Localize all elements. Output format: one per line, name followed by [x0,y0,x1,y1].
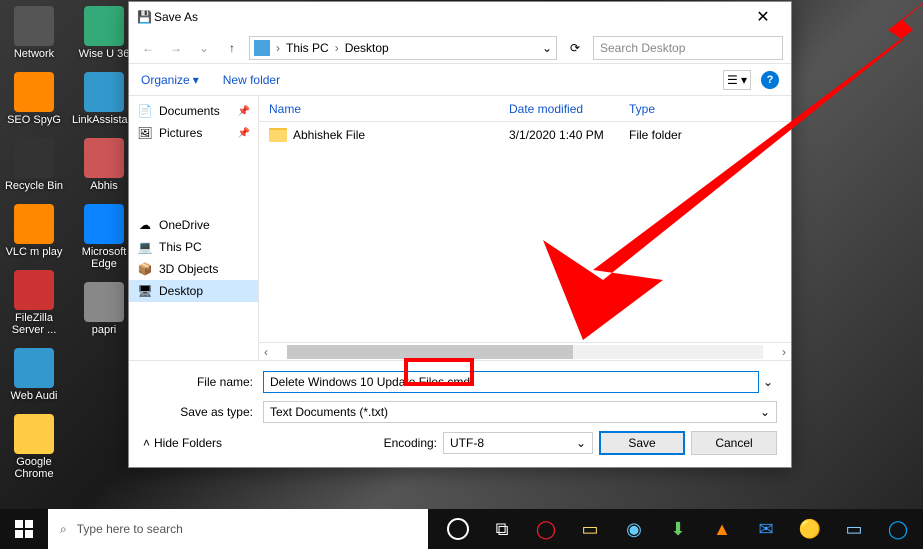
col-name[interactable]: Name [259,102,499,116]
back-button[interactable]: ← [137,37,159,59]
windows-icon [15,520,33,538]
desktop-icon[interactable]: SEO SpyG [2,72,66,126]
chrome-icon[interactable]: 🟡 [789,509,831,549]
scroll-right-icon[interactable]: › [777,345,791,359]
save-as-dialog: 💾 Save As ✕ ← → ⌄ ↑ › This PC › Desktop … [128,1,792,468]
desktop-icon[interactable]: Network [2,6,66,60]
tree-item[interactable]: 💻This PC [129,236,258,258]
vlc-icon[interactable]: ▲ [701,509,743,549]
breadcrumb[interactable]: › This PC › Desktop ⌄ [249,36,557,60]
explorer-icon[interactable]: ▭ [569,509,611,549]
desktop-icon[interactable]: Wise U 36 [72,6,136,60]
desktop-icon[interactable]: Abhis [72,138,136,192]
app-icon[interactable]: ◯ [877,509,919,549]
close-button[interactable]: ✕ [743,7,783,27]
taskview-icon[interactable]: ⧉ [481,509,523,549]
folder-icon: ☁ [137,217,153,233]
folder-icon: 📄 [137,103,153,119]
tree-item[interactable]: 📦3D Objects [129,258,258,280]
filename-input[interactable] [263,371,759,393]
chevron-down-icon: ⌄ [576,436,586,450]
nav-tree: 📄Documents📌🖼Pictures📌 ☁OneDrive💻This PC📦3… [129,96,259,360]
col-date[interactable]: Date modified [499,102,619,116]
start-button[interactable] [0,509,48,549]
desktop-icon[interactable]: papri [72,282,136,336]
list-item[interactable]: Abhishek File 3/1/2020 1:40 PM File fold… [259,122,791,148]
opera-icon[interactable]: ◯ [525,509,567,549]
pin-icon: 📌 [238,128,250,139]
encoding-label: Encoding: [384,436,437,450]
filename-label: File name: [143,375,263,389]
tree-item[interactable]: 📄Documents📌 [129,100,258,122]
chevron-up-icon: ˄ [143,436,150,450]
desktop-icon[interactable]: FileZilla Server ... [2,270,66,336]
view-button[interactable]: ☰ ▾ [723,70,751,90]
col-type[interactable]: Type [619,102,791,116]
saveastype-label: Save as type: [143,405,263,419]
tree-item[interactable]: 🖼Pictures📌 [129,122,258,144]
folder-icon: 📦 [137,261,153,277]
pc-icon [254,40,270,56]
camera-icon[interactable]: ◉ [613,509,655,549]
taskbar: ⌕ Type here to search ⧉ ◯ ▭ ◉ ⬇ ▲ ✉ 🟡 ▭ … [0,509,923,549]
forward-button[interactable]: → [165,37,187,59]
save-button[interactable]: Save [599,431,685,455]
desktop-icon[interactable]: LinkAssistant [72,72,136,126]
filename-dropdown[interactable]: ⌄ [759,375,777,389]
idm-icon[interactable]: ⬇ [657,509,699,549]
disk-icon: 💾 [137,10,152,24]
encoding-select[interactable]: UTF-8 ⌄ [443,432,593,454]
tree-item[interactable]: ☁OneDrive [129,214,258,236]
file-list: Name Date modified Type Abhishek File 3/… [259,96,791,360]
breadcrumb-folder[interactable]: Desktop [345,41,389,55]
folder-icon: 💻 [137,239,153,255]
tree-item[interactable]: 🖥Desktop [129,280,258,302]
desktop-icon[interactable]: Recycle Bin [2,138,66,192]
saveastype-select[interactable]: Text Documents (*.txt) ⌄ [263,401,777,423]
folder-icon: 🖼 [137,125,153,141]
scroll-left-icon[interactable]: ‹ [259,345,273,359]
toolbar: Organize ▾ New folder ☰ ▾ ? [129,64,791,96]
pin-icon: 📌 [238,106,250,117]
h-scrollbar[interactable]: ‹ › [259,342,791,360]
new-folder-button[interactable]: New folder [223,73,280,87]
hide-folders-button[interactable]: ˄ Hide Folders [143,436,222,450]
help-button[interactable]: ? [761,71,779,89]
taskbar-search[interactable]: ⌕ Type here to search [48,509,428,549]
up-button[interactable]: ↑ [221,37,243,59]
desktop-icon[interactable]: Web Audi [2,348,66,402]
caret-down-icon: ▾ [193,73,199,87]
chevron-down-icon[interactable]: ⌄ [542,41,552,55]
titlebar: 💾 Save As ✕ [129,2,791,32]
chevron-right-icon: › [274,41,282,55]
chevron-down-icon: ⌄ [760,405,770,419]
folder-icon: 🖥 [137,283,153,299]
mail-icon[interactable]: ✉ [745,509,787,549]
folder-icon [269,128,287,142]
desktop-icon[interactable]: Microsoft Edge [72,204,136,270]
search-input[interactable]: Search Desktop [593,36,783,60]
dialog-title: Save As [152,10,743,24]
cortana-icon[interactable] [437,509,479,549]
search-placeholder: Search Desktop [600,41,685,55]
list-header: Name Date modified Type [259,96,791,122]
desktop-icon[interactable]: VLC m play [2,204,66,258]
refresh-button[interactable]: ⟳ [563,36,587,60]
nav-bar: ← → ⌄ ↑ › This PC › Desktop ⌄ ⟳ Search D… [129,32,791,64]
cancel-button[interactable]: Cancel [691,431,777,455]
chevron-right-icon: › [333,41,341,55]
notepad-icon[interactable]: ▭ [833,509,875,549]
breadcrumb-root[interactable]: This PC [286,41,329,55]
desktop-icon[interactable]: Google Chrome [2,414,66,480]
save-form: File name: ⌄ Save as type: Text Document… [129,360,791,467]
recent-dropdown[interactable]: ⌄ [193,37,215,59]
search-icon: ⌕ [60,522,67,537]
organize-button[interactable]: Organize ▾ [141,73,199,87]
